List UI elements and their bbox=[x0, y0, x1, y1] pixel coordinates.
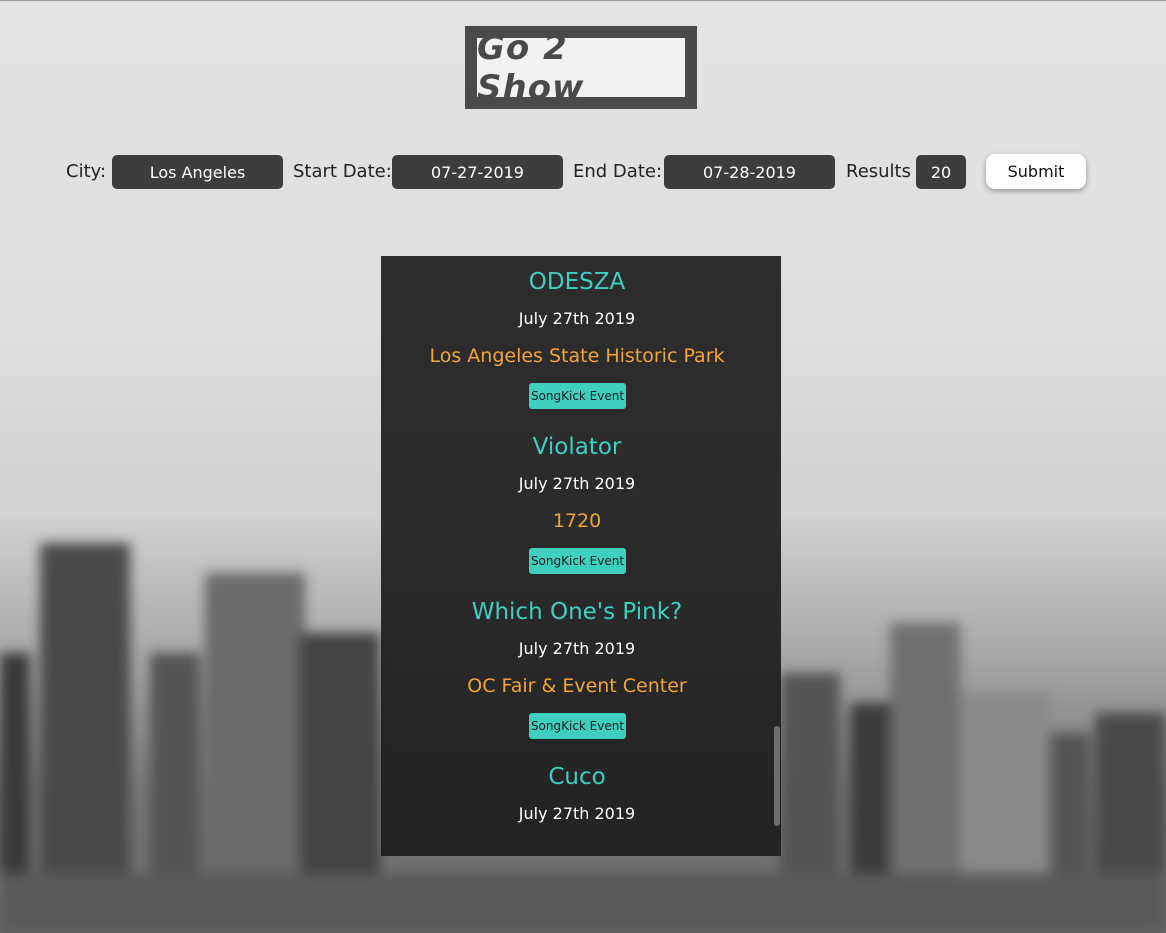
end-date-input[interactable]: 07-28-2019 bbox=[664, 155, 835, 189]
city-input[interactable]: Los Angeles bbox=[112, 155, 283, 189]
submit-button[interactable]: Submit bbox=[986, 154, 1086, 189]
start-date-label: Start Date: bbox=[293, 161, 392, 182]
end-date-label: End Date: bbox=[573, 161, 663, 182]
songkick-event-button[interactable]: SongKick Event bbox=[529, 713, 626, 739]
city-label: City: bbox=[66, 161, 107, 182]
event-date: July 27th 2019 bbox=[518, 639, 636, 658]
results-label: Results bbox=[846, 161, 911, 182]
start-date-input[interactable]: 07-27-2019 bbox=[392, 155, 563, 189]
logo-text: Go 2 Show bbox=[477, 27, 585, 108]
top-border bbox=[0, 0, 1166, 1]
event-name: ODESZA bbox=[528, 269, 626, 295]
event-name: Which One's Pink? bbox=[471, 599, 683, 625]
event-date: July 27th 2019 bbox=[518, 804, 636, 823]
event-venue: 1720 bbox=[552, 510, 602, 532]
results-count-input[interactable]: 20 bbox=[916, 155, 966, 189]
songkick-event-button[interactable]: SongKick Event bbox=[529, 548, 626, 574]
event-date: July 27th 2019 bbox=[518, 309, 636, 328]
event-venue: OC Fair & Event Center bbox=[467, 675, 687, 697]
search-form: City: Los Angeles Start Date: 07-27-2019… bbox=[0, 154, 1166, 190]
logo[interactable]: Go 2 Show bbox=[465, 26, 697, 109]
event-name: Cuco bbox=[548, 764, 606, 790]
songkick-event-button[interactable]: SongKick Event bbox=[529, 383, 626, 409]
event-name: Violator bbox=[532, 434, 622, 460]
event-venue: Los Angeles State Historic Park bbox=[429, 345, 725, 367]
events-results-panel[interactable]: ODESZA July 27th 2019 Los Angeles State … bbox=[381, 256, 781, 856]
results-scrollbar[interactable] bbox=[774, 726, 780, 826]
event-date: July 27th 2019 bbox=[518, 474, 636, 493]
